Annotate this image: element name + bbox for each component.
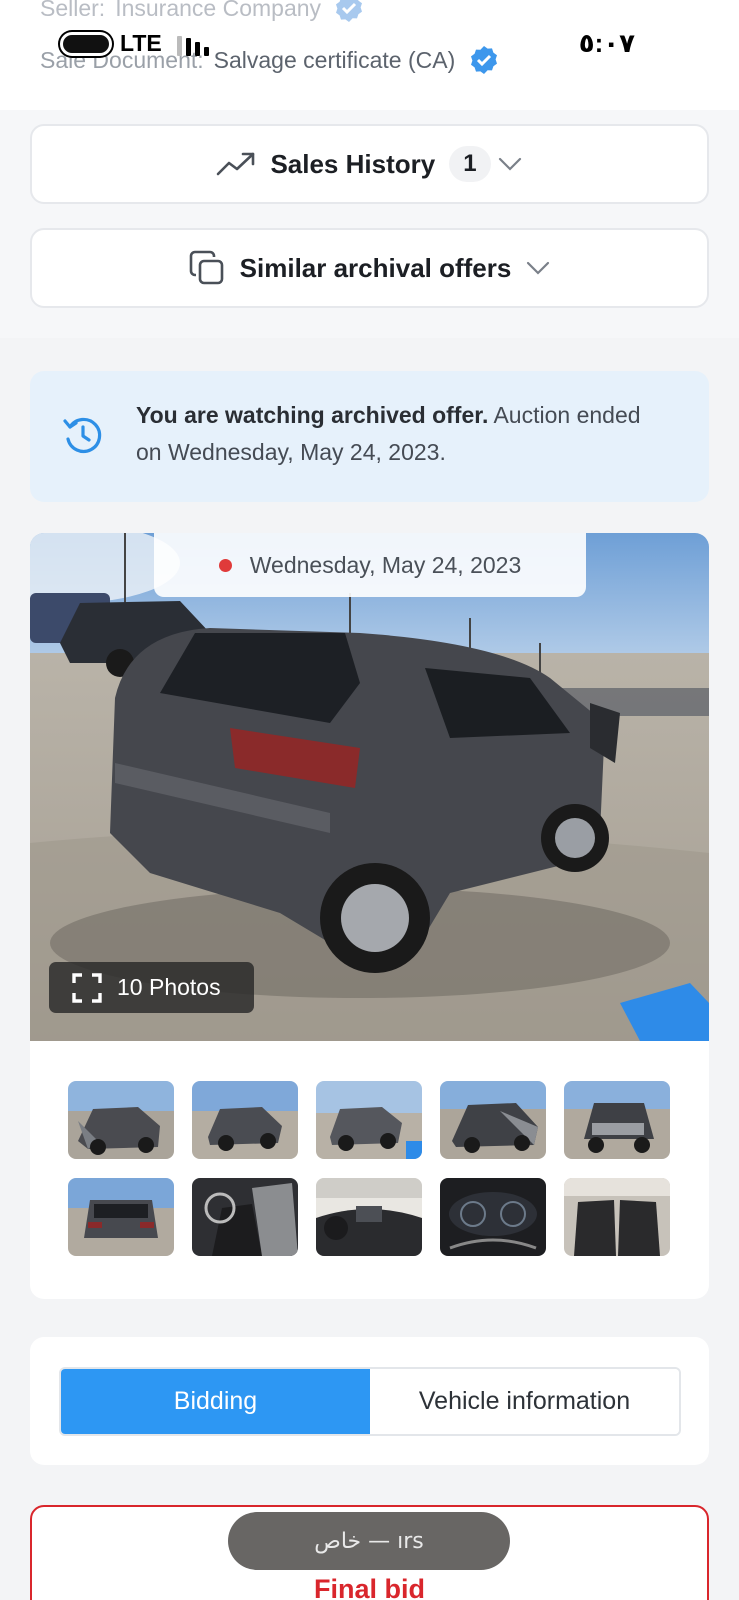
thumbnail-4[interactable] [440,1081,546,1159]
thumbnail-8[interactable] [316,1178,422,1256]
network-type: LTE [120,30,162,56]
chevron-down-icon [498,157,521,171]
tabs-card: Bidding Vehicle information [30,1337,709,1465]
status-bar: LTE ٥:٠٧ [0,28,739,62]
signal-icon [177,34,211,56]
chevron-down-icon [527,261,550,275]
trend-up-icon [217,152,255,176]
copy-icon [189,250,223,285]
thumbnail-2[interactable] [192,1081,298,1159]
clock: ٥:٠٧ [578,28,635,58]
sales-history-count: 1 [449,146,491,182]
thumbnail-10[interactable] [564,1178,670,1256]
thumbnail-7[interactable] [192,1178,298,1256]
photos-count-label: 10 Photos [117,974,221,1000]
similar-offers-title: Similar archival offers [239,252,512,283]
notice-bold: You are watching archived offer. [136,402,489,428]
seller-info-section: Seller: Insurance Company Sale Document: S… [0,0,739,110]
toast-message: خاص — ırs [228,1512,510,1570]
sales-history-title: Sales History [270,148,436,179]
sales-history-accordion[interactable]: Sales History 1 [30,124,709,204]
thumbnail-1[interactable] [68,1081,174,1159]
fullscreen-icon [72,972,102,1003]
view-photos-button[interactable]: 10 Photos [49,962,254,1013]
similar-offers-accordion[interactable]: Similar archival offers [30,228,709,308]
notice-text: You are watching archived offer. Auction… [136,397,656,471]
thumbnail-9[interactable] [440,1178,546,1256]
tab-bidding[interactable]: Bidding [61,1369,370,1434]
verified-icon [336,0,363,22]
auction-date: Wednesday, May 24, 2023 [249,551,522,578]
archived-offer-notice: You are watching archived offer. Auction… [30,371,709,502]
seller-value: Insurance Company [115,0,322,22]
battery-icon [60,32,112,56]
thumbnail-3[interactable] [316,1081,422,1159]
status-dot-icon [218,558,232,572]
thumbnail-5[interactable] [564,1081,670,1159]
thumbnail-6[interactable] [68,1178,174,1256]
history-icon [63,417,102,453]
photo-gallery-card: Wednesday, May 24, 2023 10 Photos [30,533,709,1299]
tab-vehicle-information[interactable]: Vehicle information [370,1369,679,1434]
seller-label: Seller: [40,0,106,22]
segmented-tabs: Bidding Vehicle information [59,1367,681,1436]
final-bid-label: Final bid [314,1574,425,1600]
auction-date-badge: Wednesday, May 24, 2023 [154,533,586,597]
seller-row: Seller: Insurance Company [40,0,365,26]
